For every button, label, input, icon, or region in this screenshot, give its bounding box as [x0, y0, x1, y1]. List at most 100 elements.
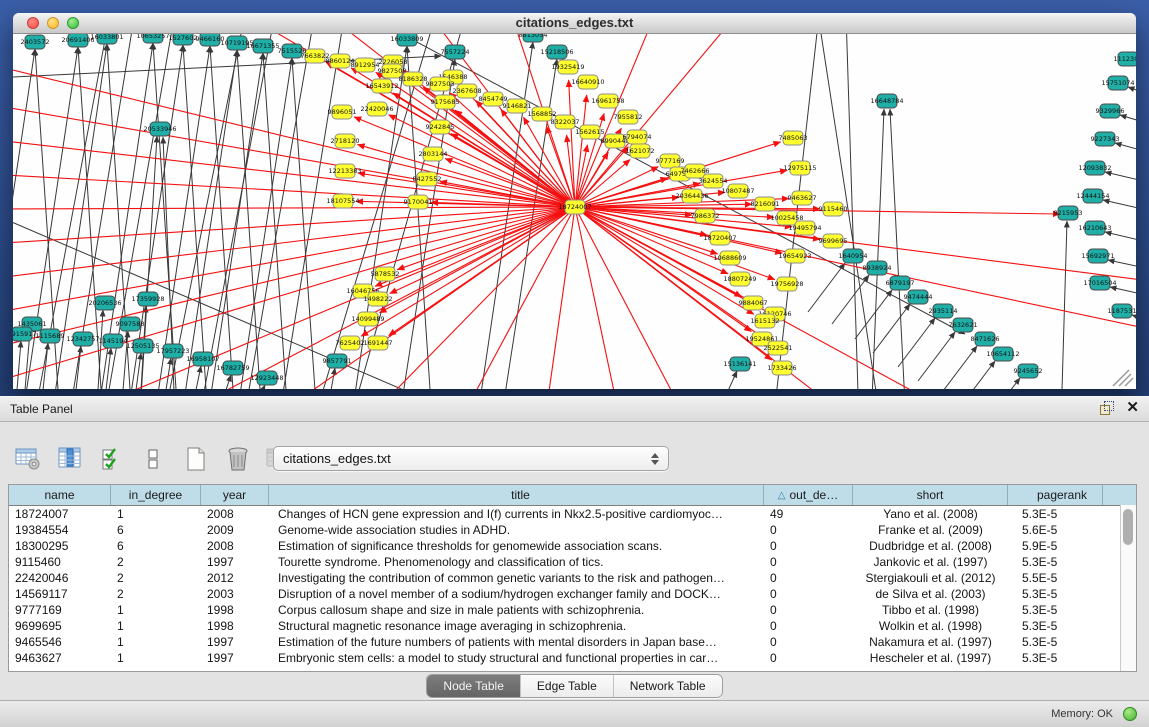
- select-all-button[interactable]: [98, 445, 126, 473]
- table-cell: 6: [111, 538, 201, 554]
- clear-selection-button[interactable]: [140, 445, 168, 473]
- tab-node-table[interactable]: Node Table: [427, 675, 520, 697]
- table-cell: Embryonic stem cells: a model to study s…: [269, 650, 764, 666]
- table-cell: 0: [764, 570, 853, 586]
- select-column-button[interactable]: [56, 445, 84, 473]
- table-cell: 1997: [201, 650, 269, 666]
- citation-edge: [713, 371, 737, 389]
- window-minimize-button[interactable]: [47, 17, 59, 29]
- table-settings-button[interactable]: [14, 445, 42, 473]
- highlighted-edge: [13, 207, 575, 209]
- graph-svg: 7663822886012489129542226058165439129827…: [13, 34, 1136, 389]
- table-cell: 0: [764, 634, 853, 650]
- node-label: 7485063: [779, 134, 808, 142]
- table-cell: Yano et al. (2008): [853, 506, 1008, 522]
- node-label: 7515526: [278, 47, 307, 55]
- table-row[interactable]: 1456911722003Disruption of a novel membe…: [9, 586, 1136, 602]
- table-cell: 5.6E-5: [1008, 522, 1103, 538]
- node-label: 9699695: [819, 237, 848, 245]
- memory-status-indicator: [1123, 707, 1137, 721]
- citation-edge: [208, 53, 263, 389]
- node-label: 16210643: [1078, 224, 1111, 232]
- delete-column-button[interactable]: [224, 445, 252, 473]
- node-label: 7557224: [441, 48, 470, 56]
- citation-edge: [166, 358, 171, 389]
- node-label: 9115460: [819, 205, 848, 213]
- close-panel-icon[interactable]: ✕: [1126, 401, 1139, 415]
- table-row[interactable]: 969969511998Structural magnetic resonanc…: [9, 618, 1136, 634]
- node-label: 7955812: [614, 113, 643, 121]
- node-label: 9097588: [116, 320, 145, 328]
- table-row[interactable]: 1830029562008Estimation of significance …: [9, 538, 1136, 554]
- table-cell: Estimation of significance thresholds fo…: [269, 538, 764, 554]
- node-label: 19325419: [551, 63, 584, 71]
- node-label: 15751074: [1101, 79, 1134, 87]
- table-row[interactable]: 977716911998Corpus callosum shape and si…: [9, 602, 1136, 618]
- column-header-name[interactable]: name: [9, 485, 111, 505]
- table-cell: 6: [111, 522, 201, 538]
- node-label: 17016504: [1083, 279, 1116, 287]
- table-cell: 22420046: [9, 570, 111, 586]
- table-cell: 2: [111, 570, 201, 586]
- table-cell: 9463627: [9, 650, 111, 666]
- node-label: 10807487: [721, 187, 754, 195]
- table-cell: Jankovic et al. (1997): [853, 554, 1008, 570]
- table-source-select[interactable]: citations_edges.txt: [273, 446, 669, 471]
- table-row[interactable]: 1938455462009Genome-wide association stu…: [9, 522, 1136, 538]
- citation-edge: [1105, 232, 1136, 248]
- node-label: 8216091: [751, 200, 780, 208]
- new-column-button[interactable]: [182, 445, 210, 473]
- table-row[interactable]: 911546021997Tourette syndrome. Phenomeno…: [9, 554, 1136, 570]
- network-canvas[interactable]: 7663822886012489129542226058165439129827…: [13, 34, 1136, 389]
- table-cell: 1: [111, 618, 201, 634]
- column-header-short[interactable]: short: [853, 485, 1008, 505]
- table-body: 1872400712008Changes of HCN gene express…: [9, 506, 1136, 666]
- node-label: 6794074: [623, 133, 652, 141]
- table-cell: Franke et al. (2009): [853, 522, 1008, 538]
- node-label: 8427552: [413, 175, 442, 183]
- citation-edge: [983, 378, 1020, 389]
- highlighted-edge: [523, 117, 575, 207]
- table-cell: 2012: [201, 570, 269, 586]
- scrollbar-thumb[interactable]: [1123, 509, 1133, 545]
- column-header-in-degree[interactable]: in_degree: [111, 485, 201, 505]
- node-label: 7986372: [691, 212, 720, 220]
- highlighted-edge: [13, 207, 575, 384]
- float-panel-icon[interactable]: [1100, 401, 1114, 415]
- node-label: 12975115: [783, 164, 816, 172]
- status-bar: Memory: OK: [0, 700, 1149, 727]
- vertical-scrollbar[interactable]: [1120, 505, 1136, 671]
- tab-network-table[interactable]: Network Table: [613, 675, 722, 697]
- node-label: 1621072: [626, 147, 655, 155]
- table-cell: 9699695: [9, 618, 111, 634]
- citation-edge: [13, 214, 483, 389]
- resize-grip[interactable]: [1113, 370, 1133, 386]
- table-row[interactable]: 946362711997Embryonic stem cells: a mode…: [9, 650, 1136, 666]
- table-row[interactable]: 946554611997Estimation of the future num…: [9, 634, 1136, 650]
- citation-edge: [1132, 315, 1136, 329]
- table-cell: Structural magnetic resonance image aver…: [269, 618, 764, 634]
- table-cell: 14569117: [9, 586, 111, 602]
- column-header-pagerank[interactable]: pagerank: [1008, 485, 1103, 505]
- column-header-year[interactable]: year: [201, 485, 269, 505]
- node-label: 9463627: [788, 194, 817, 202]
- table-cell: Wolkin et al. (1998): [853, 618, 1008, 634]
- table-cell: Hescheler et al. (1997): [853, 650, 1008, 666]
- window-zoom-button[interactable]: [67, 17, 79, 29]
- column-header-title[interactable]: title: [269, 485, 764, 505]
- table-cell: 49: [764, 506, 853, 522]
- node-label: 8215953: [1054, 209, 1083, 217]
- node-label: 7462666: [681, 167, 710, 175]
- window-close-button[interactable]: [27, 17, 39, 29]
- table-row[interactable]: 1872400712008Changes of HCN gene express…: [9, 506, 1136, 522]
- table-row[interactable]: 2242004622012Investigating the contribut…: [9, 570, 1136, 586]
- column-header-out-degree[interactable]: △out_de…: [764, 485, 853, 505]
- window-titlebar[interactable]: citations_edges.txt: [13, 13, 1136, 34]
- table-cell: 0: [764, 602, 853, 618]
- tab-edge-table[interactable]: Edge Table: [520, 675, 613, 697]
- table-cell: 1998: [201, 602, 269, 618]
- node-label: 9175685: [431, 98, 460, 106]
- highlighted-edge: [390, 207, 575, 293]
- node-label: 12093832: [1078, 164, 1111, 172]
- table-cell: de Silva et al. (2003): [853, 586, 1008, 602]
